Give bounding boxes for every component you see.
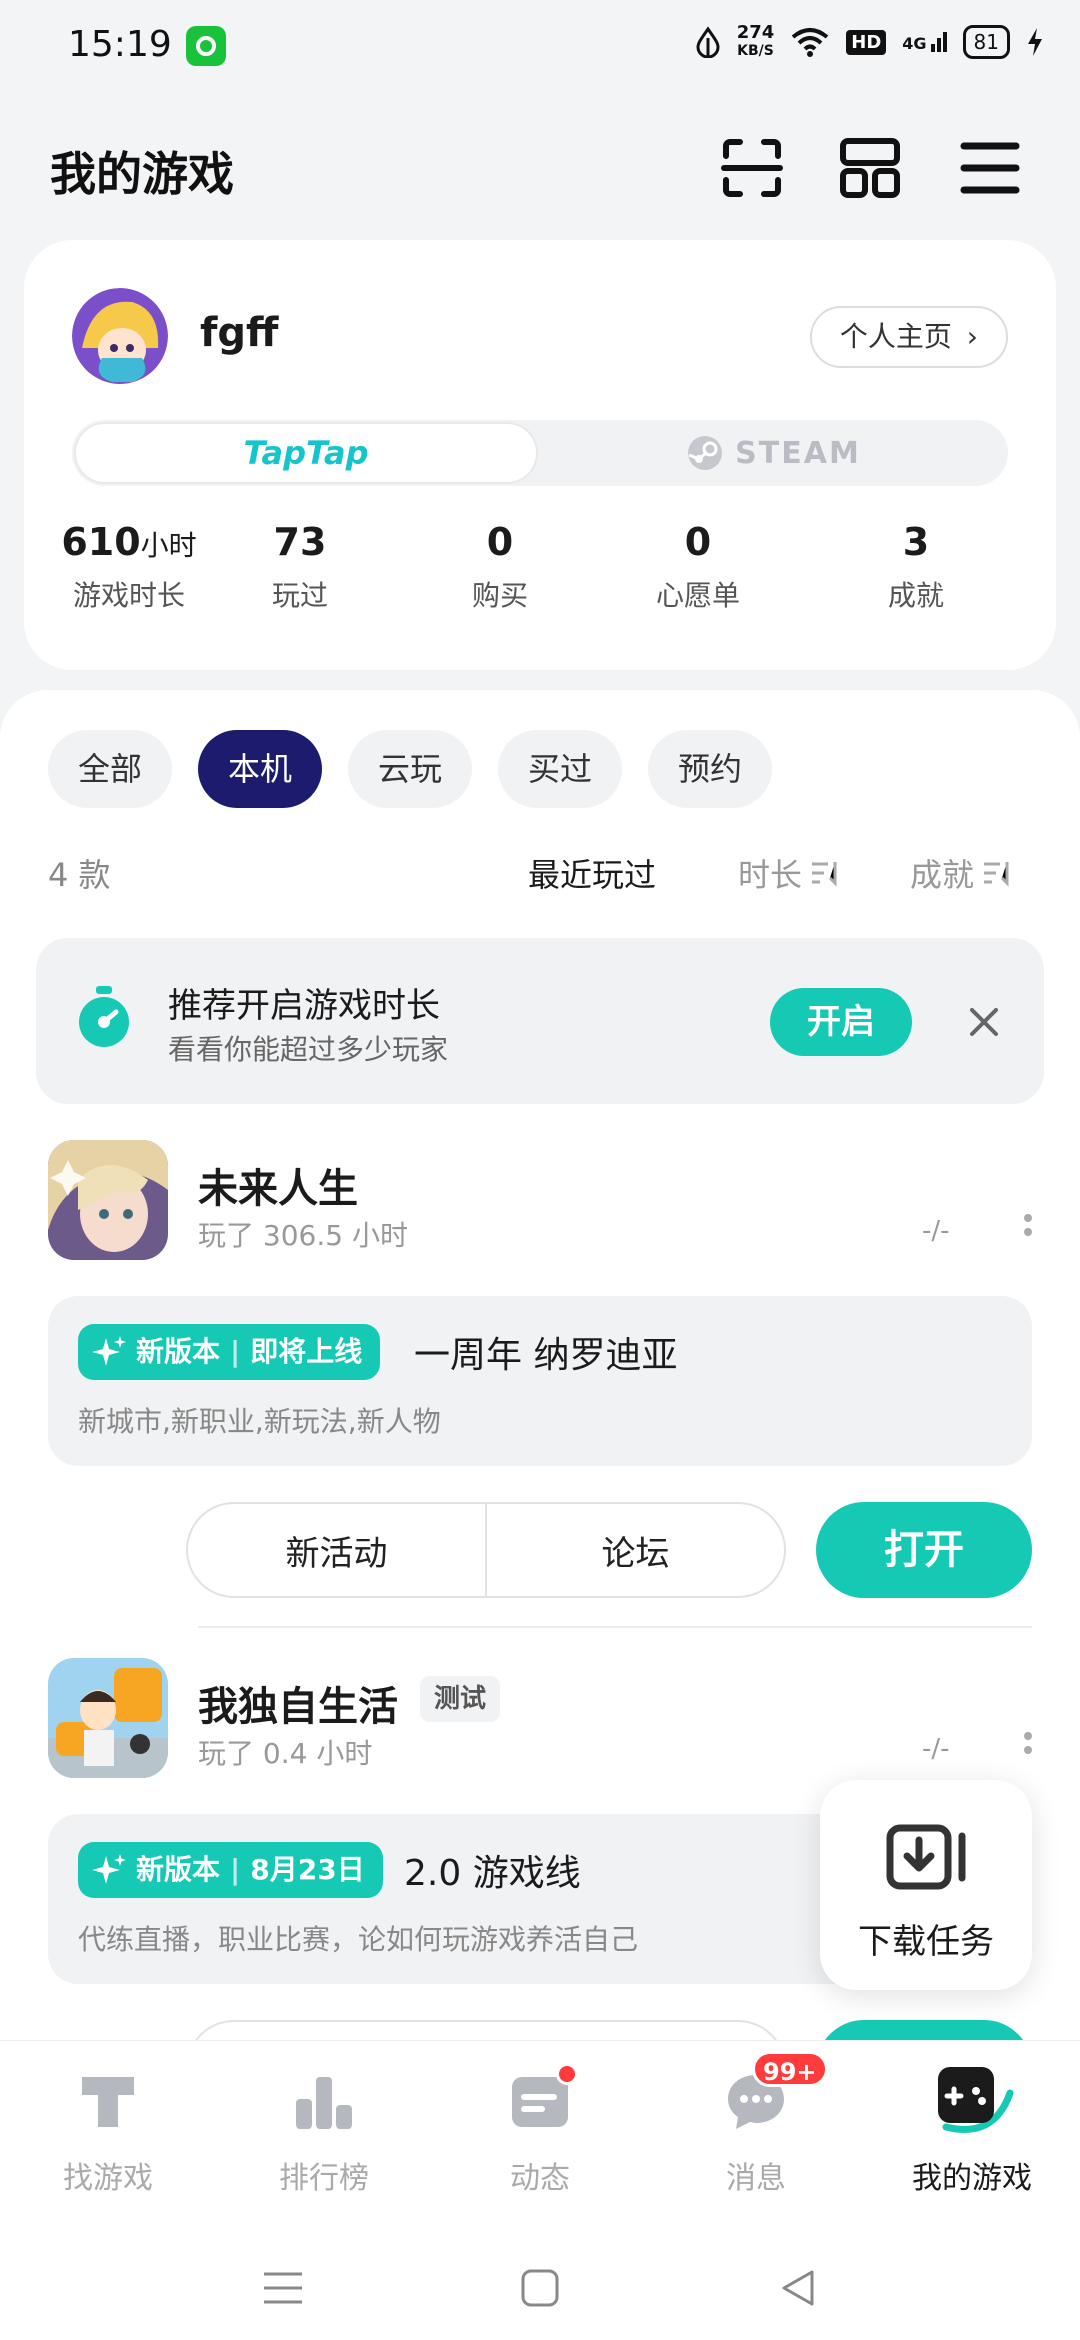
status-time: 15:19	[68, 24, 172, 65]
stopwatch-icon	[79, 986, 129, 1047]
playtime-recommendation-bar: 推荐开启游戏时长 看看你能超过多少玩家 开启	[36, 938, 1044, 1104]
back-icon[interactable]	[778, 2268, 818, 2308]
update-title: 2.0 游戏线	[404, 1853, 581, 1894]
new-activity-button[interactable]: 新活动	[188, 1504, 485, 1596]
recent-apps-icon[interactable]	[262, 2270, 304, 2306]
game-title[interactable]: 我独自生活	[198, 1674, 398, 1732]
new-version-badge: 新版本 | 即将上线	[78, 1324, 381, 1380]
nav-item-find-game[interactable]: 找游戏	[0, 2041, 216, 2231]
grid-view-button[interactable]	[834, 132, 906, 204]
recommendation-subtitle: 看看你能超过多少玩家	[168, 1033, 449, 1066]
game-action-group: 新活动 论坛	[186, 1502, 786, 1598]
avatar[interactable]	[72, 288, 168, 384]
game-rating: -/-	[922, 1216, 950, 1246]
cellular-signal: 4G	[902, 32, 947, 52]
steam-icon	[688, 436, 723, 470]
nav-item-ranking[interactable]: 排行榜	[216, 2041, 432, 2231]
update-title: 一周年 纳罗迪亚	[414, 1335, 678, 1376]
status-bar: 15:19 274 KB/S HD 4G 81	[0, 0, 1080, 96]
sparkle-icon	[92, 1854, 126, 1884]
new-version-badge: 新版本 | 8月23日	[78, 1842, 383, 1898]
my-games-icon	[938, 2067, 1014, 2133]
close-icon[interactable]	[956, 994, 1012, 1050]
app-notification-icon	[186, 26, 226, 66]
battery-indicator: 81	[962, 25, 1010, 59]
menu-button[interactable]	[954, 132, 1026, 204]
page-title: 我的游戏	[50, 147, 234, 201]
home-icon[interactable]	[520, 2268, 560, 2308]
sort-playtime[interactable]: 时长	[738, 850, 840, 896]
network-speed: 274 KB/S	[736, 22, 775, 60]
more-options-icon[interactable]	[1022, 1726, 1034, 1760]
sort-icon	[984, 862, 1009, 887]
game-icon[interactable]	[48, 1658, 168, 1778]
nav-item-feed[interactable]: 动态	[432, 2041, 648, 2231]
personal-homepage-button[interactable]: 个人主页 ›	[809, 306, 1008, 368]
game-title[interactable]: 未来人生	[198, 1156, 358, 1214]
stat-achievements[interactable]: 3 成就	[856, 520, 976, 614]
sort-recent[interactable]: 最近玩过	[528, 850, 656, 896]
game-icon[interactable]	[48, 1140, 168, 1260]
bottom-navigation: 找游戏 排行榜 动态 99+ 消息 我的游戏	[0, 2040, 1080, 2230]
download-tasks-label: 下载任务	[858, 1922, 994, 1962]
notification-dot	[556, 2063, 578, 2085]
sort-icon	[812, 862, 837, 887]
game-playtime: 玩了 306.5 小时	[198, 1219, 408, 1252]
game-playtime: 玩了 0.4 小时	[198, 1737, 373, 1770]
test-tag: 测试	[420, 1676, 501, 1722]
update-card[interactable]: 新版本 | 即将上线 一周年 纳罗迪亚 新城市,新职业,新玩法,新人物	[48, 1296, 1032, 1466]
update-description: 新城市,新职业,新玩法,新人物	[78, 1405, 441, 1438]
ranking-icon	[296, 2077, 352, 2129]
status-icons: 274 KB/S HD 4G 81	[695, 24, 1044, 60]
nav-item-messages[interactable]: 99+ 消息	[648, 2041, 864, 2231]
stat-wishlist[interactable]: 0 心愿单	[628, 520, 768, 614]
more-options-icon[interactable]	[1022, 1208, 1034, 1242]
download-tasks-button[interactable]: 下载任务	[820, 1780, 1032, 1990]
game-rating: -/-	[922, 1734, 950, 1764]
filter-chip-local[interactable]: 本机	[198, 730, 323, 808]
stat-playtime[interactable]: 610小时 游戏时长	[24, 520, 234, 614]
chevron-right-icon: ›	[966, 320, 978, 353]
open-game-button[interactable]: 打开	[816, 1502, 1032, 1598]
recommendation-title: 推荐开启游戏时长	[168, 986, 440, 1026]
platform-taptap-tab[interactable]: TapTap	[74, 422, 538, 484]
stat-purchased[interactable]: 0 购买	[440, 520, 560, 614]
platform-steam-tab[interactable]: STEAM	[540, 420, 1008, 486]
username: fgff	[200, 310, 279, 356]
scan-icon	[721, 139, 783, 197]
data-saver-icon	[696, 26, 720, 58]
stat-played[interactable]: 73 玩过	[240, 520, 360, 614]
sparkle-icon	[92, 1336, 126, 1366]
forum-button[interactable]: 论坛	[485, 1504, 784, 1596]
charging-icon	[1028, 28, 1042, 56]
update-description: 代练直播，职业比赛，论如何玩游戏养活自己	[78, 1923, 639, 1956]
menu-icon	[960, 142, 1020, 194]
divider	[198, 1626, 1032, 1628]
system-navigation-bar	[0, 2230, 1080, 2340]
nav-item-my-games[interactable]: 我的游戏	[864, 2041, 1080, 2231]
download-icon	[886, 1824, 966, 1890]
hd-icon: HD	[846, 29, 887, 55]
message-count-badge: 99+	[752, 2051, 828, 2087]
sort-achievement[interactable]: 成就	[910, 850, 1012, 896]
grid-layout-icon	[840, 138, 900, 198]
wifi-icon	[791, 28, 829, 57]
enable-playtime-button[interactable]: 开启	[770, 988, 912, 1056]
profile-card: fgff 个人主页 › TapTap STEAM 610小时 游戏时长 73 玩…	[24, 240, 1056, 670]
filter-chip-bought[interactable]: 买过	[498, 730, 623, 808]
filter-chip-all[interactable]: 全部	[48, 730, 173, 808]
game-count: 4 款	[48, 856, 111, 894]
filter-chip-reserved[interactable]: 预约	[648, 730, 773, 808]
scan-button[interactable]	[716, 132, 788, 204]
filter-chip-cloud[interactable]: 云玩	[348, 730, 473, 808]
platform-switch: TapTap STEAM	[72, 420, 1008, 486]
find-game-icon	[82, 2077, 134, 2127]
